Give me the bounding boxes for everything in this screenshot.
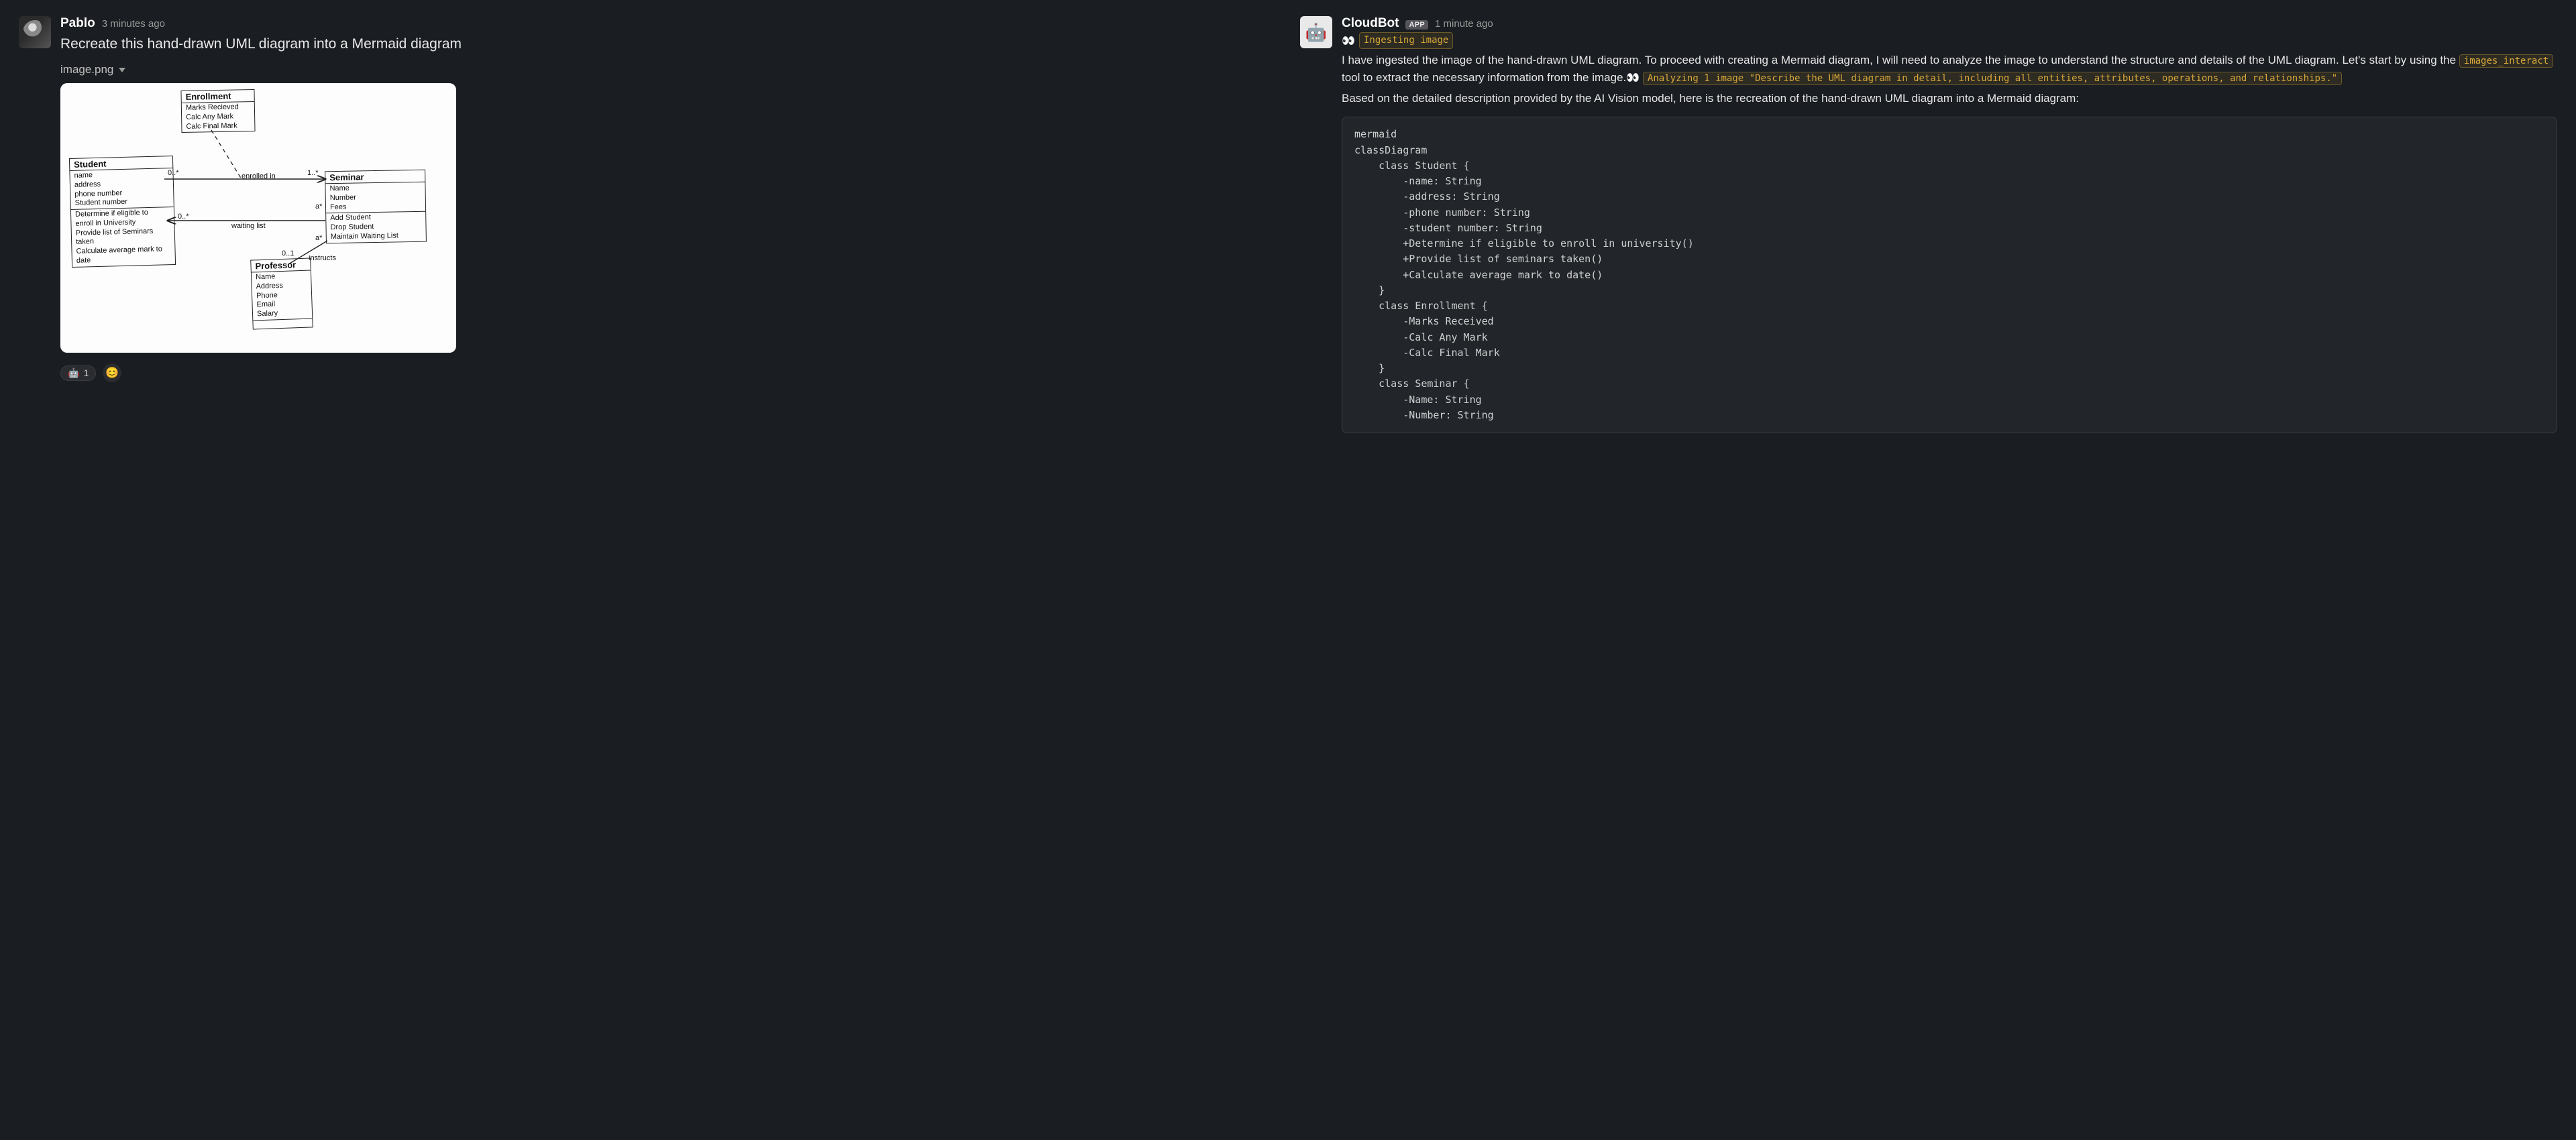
app-badge: APP (1405, 20, 1428, 30)
uml-class-student: Student name address phone number Studen… (69, 156, 176, 268)
reaction-count: 1 (83, 367, 89, 378)
uml-class-ops: Determine if eligible to enroll in Unive… (71, 207, 175, 266)
status-ingesting: 👀 Ingesting image (1342, 32, 1453, 49)
uml-rel-label: waiting list (231, 222, 266, 230)
uml-class-seminar: Seminar Name Number Fees Add Student Dro… (325, 170, 427, 243)
reaction-chip[interactable]: 🤖 1 (60, 365, 96, 381)
bot-paragraph-2: Based on the detailed description provid… (1342, 90, 2557, 107)
uml-mult-label: a* (315, 234, 322, 242)
uml-class-empty (253, 319, 312, 329)
attachment-image[interactable]: Enrollment Marks Recieved Calc Any Mark … (60, 83, 456, 353)
message-timestamp[interactable]: 3 minutes ago (102, 18, 165, 30)
reactions-bar: 🤖 1 😊 (60, 363, 1269, 382)
uml-class-attrs: name address phone number Student number (70, 168, 173, 210)
chevron-down-icon (119, 68, 125, 72)
smile-plus-icon: 😊 (105, 366, 119, 380)
eyes-icon: 👀 (1626, 72, 1640, 84)
code-block[interactable]: mermaid classDiagram class Student { -na… (1342, 117, 2557, 433)
uml-class-ops: Add Student Drop Student Maintain Waitin… (326, 212, 426, 243)
uml-rel-label: enrolled in (241, 172, 276, 180)
app-root: Pablo 3 minutes ago Recreate this hand-d… (0, 0, 2576, 1140)
uml-mult-label: a* (315, 203, 322, 211)
status-label: Ingesting image (1359, 32, 1453, 49)
message-body: Pablo 3 minutes ago Recreate this hand-d… (60, 16, 1269, 382)
eyes-icon: 👀 (1342, 34, 1355, 48)
bot-message: 🤖 CloudBot APP 1 minute ago 👀 Ingesting … (1300, 16, 2557, 433)
attachment-label: image.png (60, 63, 113, 76)
para-text-b: tool to extract the necessary informatio… (1342, 71, 1626, 84)
para-text-a: I have ingested the image of the hand-dr… (1342, 54, 2459, 66)
status-analyzing: Analyzing 1 image "Describe the UML diag… (1643, 72, 2342, 85)
user-message: Pablo 3 minutes ago Recreate this hand-d… (19, 16, 1269, 382)
robot-icon: 🤖 (1305, 22, 1327, 43)
uml-class-attrs: Name Address Phone Email Salary (252, 271, 312, 321)
uml-mult-label: 0..* (168, 169, 179, 177)
uml-rel-label: instructs (309, 254, 336, 262)
uml-class-attrs: Name Number Fees (325, 182, 425, 214)
author-name[interactable]: Pablo (60, 16, 95, 31)
uml-class-professor: Professor Name Address Phone Email Salar… (250, 258, 313, 330)
tool-name-code: images_interact (2459, 54, 2553, 68)
uml-class-enrollment: Enrollment Marks Recieved Calc Any Mark … (180, 89, 255, 133)
robot-emoji-icon: 🤖 (68, 367, 79, 379)
message-body: CloudBot APP 1 minute ago 👀 Ingesting im… (1342, 16, 2557, 433)
avatar[interactable]: 🤖 (1300, 16, 1332, 48)
author-name[interactable]: CloudBot (1342, 16, 1399, 31)
right-column: 🤖 CloudBot APP 1 minute ago 👀 Ingesting … (1288, 0, 2576, 1140)
avatar[interactable] (19, 16, 51, 48)
uml-mult-label: 1..* (307, 169, 319, 177)
uml-mult-label: 0..1 (282, 249, 294, 258)
left-column: Pablo 3 minutes ago Recreate this hand-d… (0, 0, 1288, 1140)
message-text: Recreate this hand-drawn UML diagram int… (60, 35, 1269, 54)
message-header: CloudBot APP 1 minute ago (1342, 16, 2557, 31)
uml-class-attrs: Marks Recieved Calc Any Mark Calc Final … (182, 102, 255, 132)
bot-paragraph-1: I have ingested the image of the hand-dr… (1342, 52, 2557, 87)
uml-mult-label: 0..* (178, 213, 189, 221)
uml-class-title: Enrollment (181, 90, 254, 103)
add-reaction-button[interactable]: 😊 (103, 363, 121, 382)
message-header: Pablo 3 minutes ago (60, 16, 1269, 31)
attachment-filename[interactable]: image.png (60, 63, 1269, 76)
message-timestamp[interactable]: 1 minute ago (1435, 18, 1493, 30)
